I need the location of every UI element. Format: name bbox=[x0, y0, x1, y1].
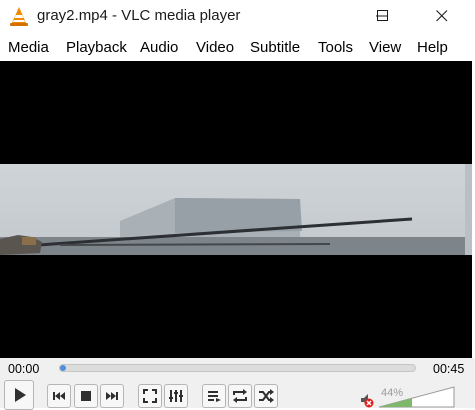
menu-playback[interactable]: Playback bbox=[66, 39, 127, 56]
play-icon bbox=[15, 388, 26, 402]
playlist-icon bbox=[208, 391, 221, 402]
menu-help[interactable]: Help bbox=[417, 39, 448, 56]
loop-button[interactable] bbox=[228, 384, 252, 408]
next-button[interactable] bbox=[100, 384, 124, 408]
seek-slider[interactable] bbox=[59, 364, 416, 372]
elapsed-time: 00:00 bbox=[8, 362, 40, 376]
volume-slider[interactable] bbox=[379, 386, 457, 408]
maximize-button[interactable] bbox=[365, 0, 411, 33]
loop-icon bbox=[233, 389, 247, 403]
menu-bar: Media Playback Audio Video Subtitle Tool… bbox=[0, 33, 475, 61]
shuffle-icon bbox=[259, 389, 274, 403]
menu-video[interactable]: Video bbox=[196, 39, 234, 56]
controls-panel: 00:00 00:45 44% bbox=[0, 358, 475, 410]
menu-view[interactable]: View bbox=[369, 39, 401, 56]
total-time: 00:45 bbox=[433, 362, 465, 376]
previous-button[interactable] bbox=[47, 384, 71, 408]
video-display[interactable] bbox=[0, 61, 472, 358]
fullscreen-icon bbox=[143, 389, 157, 403]
previous-icon bbox=[53, 392, 65, 400]
fullscreen-button[interactable] bbox=[138, 384, 162, 408]
title-bar: gray2.mp4 - VLC media player bbox=[0, 0, 475, 33]
next-icon bbox=[106, 392, 118, 400]
playlist-button[interactable] bbox=[202, 384, 226, 408]
close-button[interactable] bbox=[420, 0, 466, 33]
seek-progress bbox=[60, 365, 66, 371]
stop-button[interactable] bbox=[74, 384, 98, 408]
menu-audio[interactable]: Audio bbox=[140, 39, 178, 56]
menu-subtitle[interactable]: Subtitle bbox=[250, 39, 300, 56]
mute-icon[interactable] bbox=[359, 392, 375, 408]
video-frame bbox=[0, 164, 472, 255]
extended-settings-button[interactable] bbox=[164, 384, 188, 408]
play-button[interactable] bbox=[4, 380, 34, 410]
close-icon bbox=[436, 10, 448, 22]
window-title: gray2.mp4 - VLC media player bbox=[37, 7, 241, 24]
maximize-icon bbox=[377, 10, 388, 21]
shuffle-button[interactable] bbox=[254, 384, 278, 408]
stop-icon bbox=[81, 391, 91, 401]
menu-tools[interactable]: Tools bbox=[318, 39, 353, 56]
vlc-cone-icon bbox=[10, 7, 28, 26]
menu-media[interactable]: Media bbox=[8, 39, 49, 56]
equalizer-icon bbox=[169, 390, 183, 402]
